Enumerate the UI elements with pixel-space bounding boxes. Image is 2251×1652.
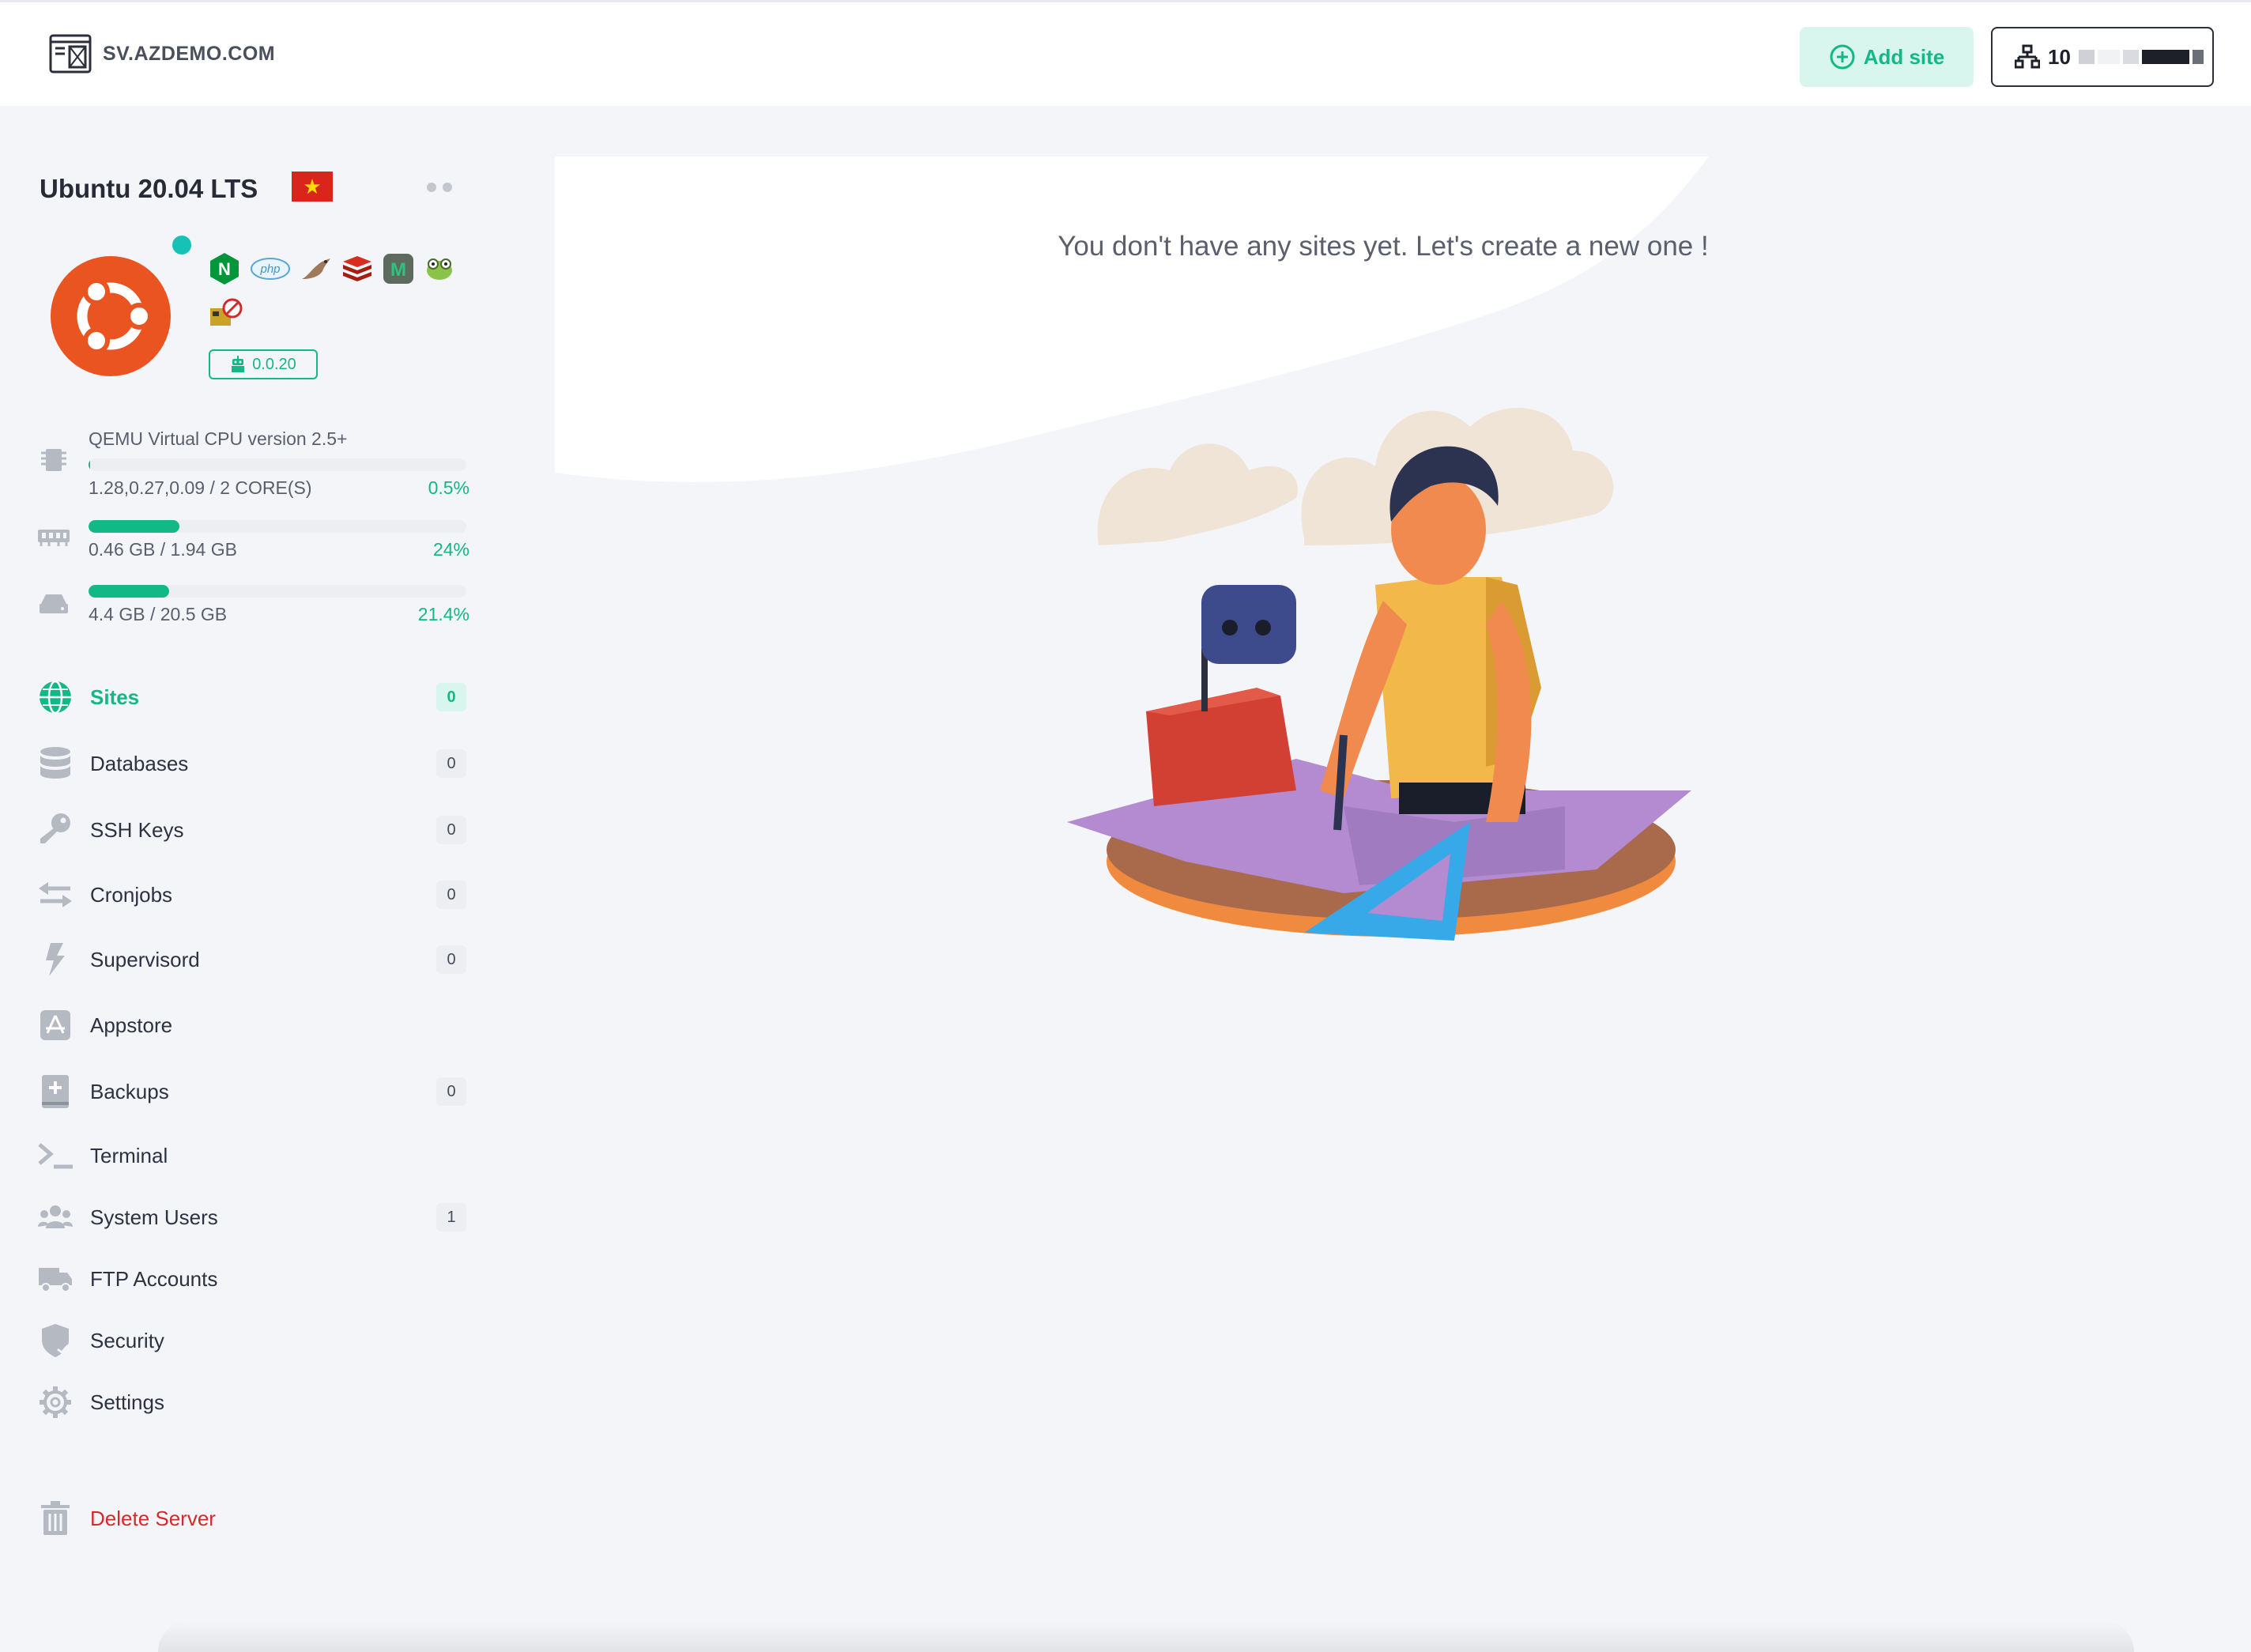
mariadb-icon[interactable] (300, 255, 332, 282)
hard-drive-icon (40, 594, 68, 613)
ram-percent: 24% (432, 539, 469, 560)
redis-icon[interactable] (341, 255, 373, 283)
sidebar-item-label: System Users (90, 1205, 218, 1229)
backup-book-icon (36, 1073, 74, 1111)
cpu-percent: 0.5% (428, 477, 469, 498)
system-users-count-badge: 1 (436, 1203, 466, 1231)
sidebar-item-backups[interactable]: Backups 0 (36, 1069, 471, 1114)
gear-icon (36, 1383, 74, 1421)
terminal-icon (36, 1137, 74, 1175)
network-icon (2015, 44, 2040, 69)
sidebar-item-security[interactable]: Security (36, 1318, 471, 1363)
bottom-shadow (158, 1620, 2134, 1652)
lightning-icon (36, 941, 74, 979)
more-options-icon[interactable] (427, 183, 452, 192)
sidebar-item-label: Settings (90, 1390, 164, 1414)
ubuntu-logo-icon (51, 256, 171, 376)
sidebar-item-terminal[interactable]: Terminal (36, 1133, 471, 1178)
brand[interactable]: SV.AZDEMO.COM (49, 32, 275, 75)
supervisord-count-badge: 0 (436, 945, 466, 974)
installed-stack: N php M (209, 247, 469, 335)
sidebar-item-label: Sites (90, 685, 140, 709)
disk-metric: 4.4 GB / 20.5 GB 21.4% (36, 583, 469, 631)
online-status-icon (172, 236, 191, 255)
ram-usage-fill (89, 520, 179, 533)
sidebar: Ubuntu 20.04 LTS ★ N php M 0.0.20 QEMU V… (0, 106, 506, 1647)
nginx-icon[interactable]: N (209, 251, 240, 286)
add-site-label: Add site (1863, 44, 1945, 69)
globe-icon (36, 678, 74, 716)
disk-usage-fill (89, 585, 170, 598)
sidebar-item-label: Supervisord (90, 947, 200, 971)
cpu-icon (41, 449, 66, 471)
disk-percent: 21.4% (417, 604, 469, 624)
truck-icon (36, 1260, 74, 1298)
ip-redacted (2078, 50, 2204, 64)
cpu-metric: QEMU Virtual CPU version 2.5+ 1.28,0.27,… (36, 428, 469, 500)
sidebar-item-delete-server[interactable]: Delete Server (36, 1496, 471, 1541)
svg-text:php: php (259, 262, 280, 276)
add-site-button[interactable]: Add site (1800, 27, 1974, 87)
server-window-icon (49, 34, 92, 74)
robot-icon (232, 356, 245, 372)
vietnam-flag-icon: ★ (292, 172, 333, 202)
trash-icon (36, 1499, 74, 1537)
empty-state-message: You don't have any sites yet. Let's crea… (1058, 231, 1709, 262)
sidebar-item-cronjobs[interactable]: Cronjobs 0 (36, 873, 471, 917)
database-icon (36, 745, 74, 783)
sidebar-item-appstore[interactable]: Appstore (36, 1003, 471, 1047)
frog-icon[interactable] (424, 253, 455, 285)
sidebar-item-databases[interactable]: Databases 0 (36, 741, 471, 786)
cpu-load: 1.28,0.27,0.09 / 2 CORE(S) (89, 477, 312, 498)
server-ip-button[interactable]: 10 (1991, 27, 2214, 87)
ram-metric: 0.46 GB / 1.94 GB 24% (36, 519, 469, 566)
sidebar-item-label: Appstore (90, 1013, 173, 1037)
sidebar-item-label: SSH Keys (90, 817, 184, 842)
sidebar-item-label: Security (90, 1328, 164, 1352)
sidebar-item-label: Terminal (90, 1143, 168, 1167)
sidebar-item-label: Delete Server (90, 1506, 216, 1530)
top-bar: SV.AZDEMO.COM Add site 10 (0, 0, 2251, 106)
os-name: Ubuntu 20.04 LTS (40, 174, 258, 203)
shield-icon (36, 1322, 74, 1360)
sidebar-item-label: Cronjobs (90, 882, 173, 907)
cpu-usage-fill (89, 458, 91, 471)
databases-count-badge: 0 (436, 749, 466, 778)
site-name: SV.AZDEMO.COM (103, 42, 276, 65)
sidebar-item-label: FTP Accounts (90, 1266, 218, 1291)
sidebar-item-ssh-keys[interactable]: SSH Keys 0 (36, 808, 471, 852)
sidebar-item-ftp-accounts[interactable]: FTP Accounts (36, 1257, 471, 1301)
users-icon (36, 1198, 74, 1236)
sidebar-item-settings[interactable]: Settings (36, 1380, 471, 1424)
php-icon[interactable]: php (250, 257, 291, 281)
sidebar-item-supervisord[interactable]: Supervisord 0 (36, 937, 471, 982)
backups-count-badge: 0 (436, 1077, 466, 1106)
disk-usage-bar (89, 585, 466, 598)
memcached-icon[interactable]: M (383, 253, 414, 285)
cronjobs-count-badge: 0 (436, 881, 466, 909)
appstore-icon (36, 1006, 74, 1044)
plus-circle-icon (1830, 44, 1855, 70)
ip-prefix: 10 (2048, 44, 2071, 69)
sites-count-badge: 0 (436, 683, 466, 711)
sidebar-item-sites[interactable]: Sites 0 (36, 675, 471, 719)
agent-version-badge: 0.0.20 (209, 349, 318, 379)
sidebar-item-label: Backups (90, 1079, 169, 1103)
disk-usage: 4.4 GB / 20.5 GB (89, 604, 228, 624)
cpu-model: QEMU Virtual CPU version 2.5+ (89, 428, 348, 449)
arrows-swap-icon (36, 876, 74, 914)
key-icon (36, 811, 74, 849)
memory-icon (38, 530, 70, 546)
svg-text:M: M (390, 259, 406, 281)
svg-text:N: N (218, 259, 231, 279)
sidebar-item-label: Databases (90, 751, 189, 775)
sidebar-item-system-users[interactable]: System Users 1 (36, 1195, 471, 1239)
fail2ban-icon[interactable] (209, 297, 243, 329)
cpu-usage-bar (89, 458, 466, 471)
ram-usage: 0.46 GB / 1.94 GB (89, 539, 237, 560)
agent-version: 0.0.20 (252, 355, 296, 373)
ssh-keys-count-badge: 0 (436, 816, 466, 844)
designer-illustration-icon (1067, 408, 1691, 941)
ram-usage-bar (89, 520, 466, 533)
